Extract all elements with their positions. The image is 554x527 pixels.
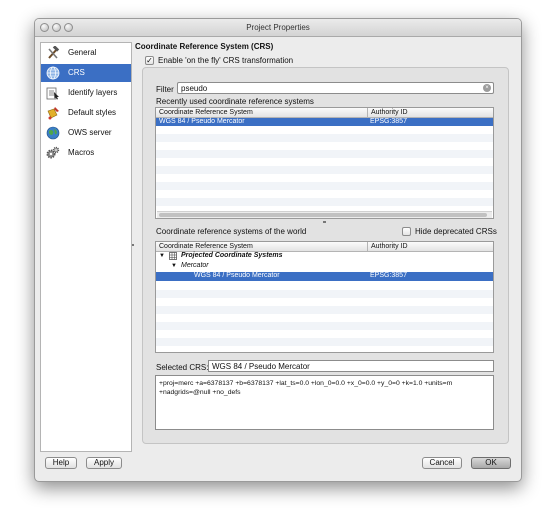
table-row xyxy=(156,166,493,174)
tree-subgroup-label: Mercator xyxy=(181,262,209,269)
table-row xyxy=(156,306,493,314)
minimize-window-button[interactable] xyxy=(52,23,61,32)
otf-transformation-label: Enable 'on the fly' CRS transformation xyxy=(158,56,294,65)
window-title: Project Properties xyxy=(246,23,310,32)
column-header-authority-id[interactable]: Authority ID xyxy=(367,242,493,251)
table-row[interactable]: WGS 84 / Pseudo Mercator EPSG:3857 xyxy=(156,118,493,126)
sidebar-item-general[interactable]: General xyxy=(41,44,131,62)
help-button[interactable]: Help xyxy=(45,457,77,469)
section-title: Coordinate Reference System (CRS) xyxy=(135,42,274,51)
column-header-crs[interactable]: Coordinate Reference System xyxy=(156,242,367,251)
tree-group-row[interactable]: ▼ Projected Coordinate Systems xyxy=(156,252,493,260)
sidebar-item-label: Default styles xyxy=(68,108,117,117)
sidebar-item-identify-layers[interactable]: Identify layers xyxy=(41,84,131,102)
table-row xyxy=(156,198,493,206)
filter-input-value: pseudo xyxy=(181,84,208,93)
crs-group-box: Filter pseudo × Recently used coordinate… xyxy=(142,67,509,444)
tree-group-label: Projected Coordinate Systems xyxy=(181,252,283,259)
sidebar-item-ows-server[interactable]: OWS server xyxy=(41,124,131,142)
globe-server-icon xyxy=(46,126,60,140)
sidebar-item-default-styles[interactable]: Default styles xyxy=(41,104,131,122)
apply-button[interactable]: Apply xyxy=(86,457,122,469)
ok-button[interactable]: OK xyxy=(471,457,511,469)
project-properties-dialog: Project Properties General CRS Identify … xyxy=(34,18,522,482)
close-window-button[interactable] xyxy=(40,23,49,32)
title-bar: Project Properties xyxy=(35,19,521,37)
hide-deprecated-checkbox[interactable] xyxy=(402,227,411,236)
scrollbar-thumb[interactable] xyxy=(159,213,487,217)
world-crs-table[interactable]: Coordinate Reference System Authority ID… xyxy=(155,241,494,353)
gears-icon xyxy=(46,146,60,159)
table-header: Coordinate Reference System Authority ID xyxy=(156,242,493,252)
column-header-crs[interactable]: Coordinate Reference System xyxy=(156,108,367,117)
sidebar-item-label: CRS xyxy=(68,68,85,77)
settings-sidebar: General CRS Identify layers Default styl… xyxy=(40,42,132,452)
checkmark-icon: ✓ xyxy=(146,56,153,65)
grid-icon xyxy=(169,252,177,260)
column-header-authority-id[interactable]: Authority ID xyxy=(367,108,493,117)
splitter-handle[interactable] xyxy=(132,244,134,246)
expand-arrow-icon[interactable]: ▼ xyxy=(159,252,165,260)
splitter-handle[interactable] xyxy=(323,221,326,223)
sidebar-item-label: OWS server xyxy=(68,128,112,137)
identify-icon xyxy=(46,87,59,100)
world-crs-label: Coordinate reference systems of the worl… xyxy=(156,227,307,236)
hammer-wrench-icon xyxy=(48,46,60,59)
crs-name-cell: WGS 84 / Pseudo Mercator xyxy=(194,272,280,279)
clear-filter-icon[interactable]: × xyxy=(483,84,491,92)
table-row[interactable]: WGS 84 / Pseudo Mercator EPSG:3857 xyxy=(156,272,493,281)
horizontal-scrollbar[interactable] xyxy=(157,211,492,218)
table-row xyxy=(156,322,493,330)
proj4-text-line: +nadgrids=@null +no_defs xyxy=(159,389,241,396)
paint-icon xyxy=(47,107,59,120)
filter-label: Filter xyxy=(156,85,174,94)
sidebar-item-label: Identify layers xyxy=(68,88,118,97)
filter-input[interactable]: pseudo × xyxy=(177,82,494,94)
sidebar-item-crs[interactable]: CRS xyxy=(41,64,131,82)
expand-arrow-icon[interactable]: ▼ xyxy=(171,262,177,270)
table-row xyxy=(156,134,493,142)
table-row xyxy=(156,338,493,346)
hide-deprecated-label: Hide deprecated CRSs xyxy=(415,227,497,236)
recent-crs-label: Recently used coordinate reference syste… xyxy=(156,97,314,106)
selected-crs-label: Selected CRS: xyxy=(156,363,209,372)
cancel-button[interactable]: Cancel xyxy=(422,457,462,469)
zoom-window-button[interactable] xyxy=(64,23,73,32)
recent-crs-table[interactable]: Coordinate Reference System Authority ID… xyxy=(155,107,494,219)
sidebar-item-macros[interactable]: Macros xyxy=(41,144,131,162)
table-row xyxy=(156,150,493,158)
table-header: Coordinate Reference System Authority ID xyxy=(156,108,493,118)
authority-id-cell: EPSG:3857 xyxy=(370,118,407,125)
globe-icon xyxy=(46,66,60,80)
proj4-text-box[interactable]: +proj=merc +a=6378137 +b=6378137 +lat_ts… xyxy=(155,375,494,430)
sidebar-item-label: General xyxy=(68,48,97,57)
proj4-text-line: +proj=merc +a=6378137 +b=6378137 +lat_ts… xyxy=(159,380,453,387)
sidebar-item-label: Macros xyxy=(68,148,95,157)
table-row xyxy=(156,290,493,298)
authority-id-cell: EPSG:3857 xyxy=(370,272,407,279)
table-row xyxy=(156,182,493,190)
selected-crs-field: WGS 84 / Pseudo Mercator xyxy=(208,360,494,372)
otf-transformation-checkbox[interactable]: ✓ xyxy=(145,56,154,65)
tree-subgroup-row[interactable]: ▼ Mercator xyxy=(156,262,493,270)
selected-crs-value: WGS 84 / Pseudo Mercator xyxy=(212,362,310,371)
crs-name-cell: WGS 84 / Pseudo Mercator xyxy=(159,118,245,125)
